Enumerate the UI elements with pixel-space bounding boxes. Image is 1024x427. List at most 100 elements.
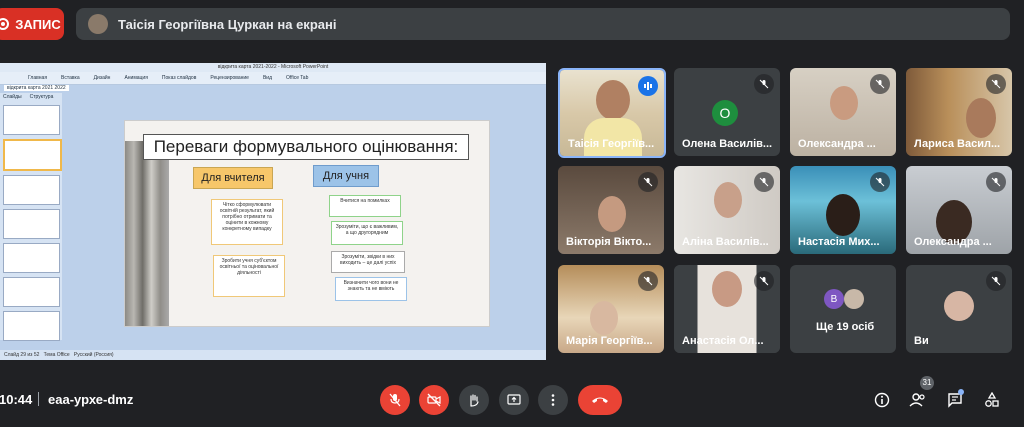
more-options-button[interactable] [538, 385, 568, 415]
mic-off-icon [638, 172, 658, 192]
teacher-header: Для вчителя [193, 167, 273, 189]
current-slide: Переваги формувального оцінювання: Для в… [124, 120, 490, 327]
mic-off-icon [986, 271, 1006, 291]
hand-icon [470, 394, 479, 407]
meeting-details-button[interactable] [872, 390, 892, 410]
slides-tab: Слайды [3, 94, 22, 100]
participant-face [596, 80, 630, 120]
camera-off-icon [427, 393, 441, 407]
ribbon-tab: Вид [262, 75, 273, 81]
participant-tile[interactable]: Настасія Мих... [790, 166, 896, 254]
participant-tile[interactable]: Таісія Георгіїв... [558, 68, 666, 158]
participant-name: Олександра ... [914, 236, 992, 248]
participant-name: Настасія Мих... [798, 236, 880, 248]
mic-off-icon [754, 172, 774, 192]
student-item: Зрозуміти, звідки в них виходить – це да… [331, 251, 405, 273]
ribbon-tab: Главная [28, 75, 48, 81]
presenting-text: Таісія Георгіївна Цуркан на екрані [118, 16, 337, 32]
participant-tile[interactable]: Аліна Василів... [674, 166, 780, 254]
student-item: Зрозуміти, що є важливим, а що другорядн… [331, 221, 403, 245]
ribbon-tab: Вставка [61, 75, 80, 81]
student-item: Вчитися на помилках [329, 195, 401, 217]
participant-name: Таісія Георгіїв... [568, 138, 655, 150]
participant-name: Олександра ... [798, 138, 876, 150]
presenting-banner: Таісія Георгіївна Цуркан на екрані [76, 8, 1010, 40]
presenter-avatar [88, 14, 108, 34]
slide-title: Переваги формувального оцінювання: [143, 134, 469, 160]
self-tile[interactable]: Ви [906, 265, 1012, 353]
participant-avatar-photo [844, 289, 864, 309]
mic-off-icon [389, 393, 401, 407]
meeting-time: 10:44 [0, 392, 33, 407]
teacher-item: Зробити учня суб'єктом освітньої та оцін… [213, 255, 285, 297]
participant-face [966, 98, 996, 138]
recording-label: ЗАПИС [15, 16, 61, 32]
recording-badge[interactable]: ЗАПИС [0, 8, 64, 40]
participant-name: Анастасія Ол... [682, 335, 764, 347]
status-language: Русский (Россия) [73, 352, 114, 358]
slide-thumbnail [3, 209, 60, 239]
leave-call-button[interactable] [578, 385, 622, 415]
ppt-ribbon: Главная Вставка Дизайн Анимация Показ сл… [0, 72, 546, 85]
slide-thumbnail [3, 277, 60, 307]
raise-hand-button[interactable] [459, 385, 489, 415]
people-icon [909, 393, 925, 407]
shared-screen: відкрита карта 2021-2022 - Microsoft Pow… [0, 63, 546, 360]
participant-tile[interactable]: О Олена Василів... [674, 68, 780, 156]
slide-thumbnail-selected [3, 139, 62, 171]
ribbon-tab: Анимация [124, 75, 148, 81]
mic-off-icon [870, 74, 890, 94]
status-slide: Слайд 29 из 52 [4, 352, 40, 358]
hang-up-icon [592, 397, 608, 403]
slide-thumbnail [3, 105, 60, 135]
bottom-bar: 10:44 еаа-урхе-dmz [0, 372, 1024, 427]
activities-button[interactable] [982, 390, 1002, 410]
participant-face [590, 301, 618, 335]
participant-tile[interactable]: Олександра ... [790, 68, 896, 156]
participant-face [712, 271, 742, 307]
shapes-icon [985, 392, 999, 407]
present-screen-button[interactable] [499, 385, 529, 415]
student-item: Визначити чого вони не знають та не вмію… [335, 277, 407, 301]
meeting-code: еаа-урхе-dmz [48, 392, 134, 407]
info-icon [874, 392, 890, 408]
ribbon-tab: Рецензирование [210, 75, 249, 81]
outline-tab: Структура [29, 94, 54, 100]
books-image [125, 141, 169, 326]
mic-toggle-button[interactable] [380, 385, 410, 415]
people-button[interactable] [908, 390, 928, 410]
self-avatar [944, 291, 974, 321]
mic-off-icon [754, 271, 774, 291]
slide-thumbnail [3, 175, 60, 205]
more-participants-tile[interactable]: В Ще 19 осіб [790, 265, 896, 353]
participant-name: Аліна Василів... [682, 236, 769, 248]
participant-tile[interactable]: Олександра ... [906, 166, 1012, 254]
slide-thumbnail [3, 311, 60, 341]
more-vertical-icon [551, 394, 555, 406]
present-icon [507, 394, 521, 405]
participant-tile[interactable]: Вікторія Вікто... [558, 166, 664, 254]
participant-name: Олена Василів... [682, 138, 773, 150]
mic-off-icon [986, 74, 1006, 94]
chat-notification-dot [958, 389, 964, 395]
status-theme: Тема Office [43, 352, 70, 358]
participant-face [830, 86, 858, 120]
participant-tile[interactable]: Лариса Васил... [906, 68, 1012, 156]
ppt-window-title: відкрита карта 2021-2022 - Microsoft Pow… [0, 63, 546, 72]
slides-panel-tabs: Слайды Структура [0, 93, 62, 101]
more-participants-label: Ще 19 осіб [816, 321, 875, 333]
mic-off-icon [870, 172, 890, 192]
ribbon-tab: Показ слайдов [161, 75, 197, 81]
ppt-body: відкрита карта 2021 2022 Слайды Структур… [0, 85, 546, 350]
participant-face [598, 196, 626, 232]
participant-name: Вікторія Вікто... [566, 236, 652, 248]
student-header: Для учня [313, 165, 379, 187]
ribbon-tab: Office Tab [286, 75, 309, 81]
slide-thumbnail [3, 243, 60, 273]
slides-panel: Слайды Структура [0, 93, 62, 341]
participant-tile[interactable]: Марія Георгіїв... [558, 265, 664, 353]
top-bar: ЗАПИС Таісія Георгіївна Цуркан на екрані [0, 0, 1024, 52]
participant-count-badge: 31 [920, 376, 934, 390]
participant-tile[interactable]: Анастасія Ол... [674, 265, 780, 353]
camera-toggle-button[interactable] [419, 385, 449, 415]
